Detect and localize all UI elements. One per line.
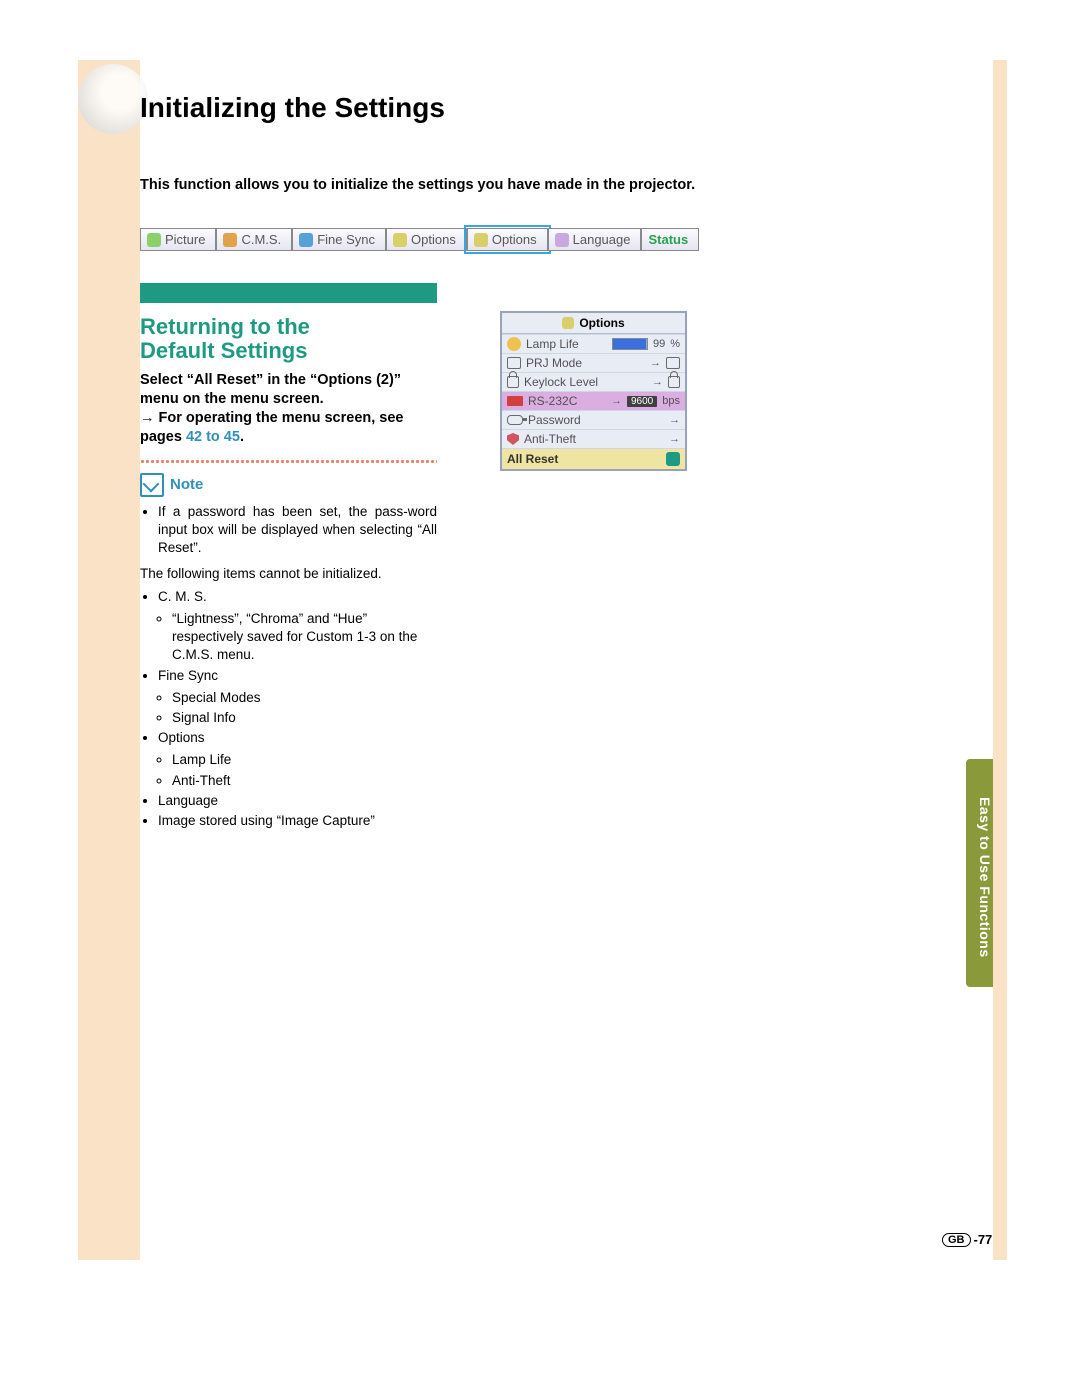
note-subitem: Signal Info — [172, 709, 437, 727]
left-background-strip — [78, 60, 140, 1260]
tab-label: Language — [573, 232, 631, 247]
note-subitem: “Lightness”, “Chroma” and “Hue” respecti… — [172, 610, 437, 665]
tab-label: Status — [648, 232, 688, 247]
note-subitem: Anti-Theft — [172, 772, 437, 790]
lock-open-icon — [668, 376, 680, 388]
page-number-value: -77 — [974, 1232, 993, 1247]
note-item-label: Fine Sync — [158, 668, 218, 683]
page-reference-link[interactable]: 42 to 45 — [186, 429, 240, 445]
row-keylock[interactable]: Keylock Level → — [502, 372, 685, 391]
tab-label: Options — [411, 232, 456, 247]
tab-label: Fine Sync — [317, 232, 375, 247]
row-all-reset[interactable]: All Reset — [502, 448, 685, 469]
row-prj-mode[interactable]: PRJ Mode → — [502, 353, 685, 372]
key-icon — [507, 415, 523, 425]
page-title: Initializing the Settings — [140, 92, 445, 124]
note-item-label: C. M. S. — [158, 589, 207, 604]
row-value: 99 — [653, 338, 665, 350]
note-bullet: If a password has been set, the pass-wor… — [158, 503, 437, 558]
prj-mode-glyph-icon — [666, 357, 680, 369]
tab-language[interactable]: Language — [548, 228, 642, 251]
row-label: Password — [528, 413, 664, 427]
menu-tab-bar: Picture C.M.S. Fine Sync Options Options… — [140, 228, 699, 251]
arrow-right-icon: → — [650, 357, 661, 369]
note-icon — [140, 473, 164, 497]
note-label: Note — [170, 476, 203, 493]
note-item-imagecapture: Image stored using “Image Capture” — [158, 812, 437, 830]
page-number: GB -77 — [942, 1232, 992, 1247]
note-body: If a password has been set, the pass-wor… — [140, 503, 437, 831]
instruction-line-prefix: → For operating the menu screen, see pag… — [140, 410, 404, 445]
lamp-life-bar — [612, 338, 648, 350]
row-label: Anti-Theft — [524, 432, 664, 446]
title-ornament-sphere — [78, 64, 148, 134]
options-panel-title: Options — [579, 316, 624, 330]
arrow-right-icon: → — [652, 376, 663, 388]
section-accent-bar — [140, 283, 437, 303]
tab-label: C.M.S. — [241, 232, 281, 247]
language-icon — [555, 233, 569, 247]
row-lamp-life[interactable]: Lamp Life 99 % — [502, 334, 685, 353]
tab-label: Options — [492, 232, 537, 247]
section-side-tab: Easy to Use Functions — [966, 759, 993, 987]
tab-finesync[interactable]: Fine Sync — [292, 228, 386, 251]
options-menu-panel: Options Lamp Life 99 % PRJ Mode → Keyloc… — [500, 311, 687, 471]
note-subitem: Lamp Life — [172, 751, 437, 769]
row-label: PRJ Mode — [526, 356, 645, 370]
tab-options-2-selected[interactable]: Options — [467, 228, 548, 251]
row-anti-theft[interactable]: Anti-Theft → — [502, 429, 685, 448]
note-header: Note — [140, 473, 437, 497]
instruction-line: Select “All Reset” in the “Options (2)” … — [140, 372, 401, 407]
row-rs232c-selected[interactable]: RS-232C → 9600 bps — [502, 391, 685, 410]
instruction-line-suffix: . — [240, 429, 244, 445]
baud-rate-badge: 9600 — [627, 396, 657, 407]
arrow-right-icon: → — [669, 433, 680, 445]
arrow-right-icon: → — [669, 414, 680, 426]
options-icon — [474, 233, 488, 247]
note-subitem: Special Modes — [172, 689, 437, 707]
fine-sync-icon — [299, 233, 313, 247]
row-label: Lamp Life — [526, 337, 607, 351]
row-label: Keylock Level — [524, 375, 647, 389]
rs232c-icon — [507, 396, 523, 406]
row-label: All Reset — [507, 452, 661, 466]
tab-options-1[interactable]: Options — [386, 228, 467, 251]
options-icon — [393, 233, 407, 247]
picture-icon — [147, 233, 161, 247]
tab-status[interactable]: Status — [641, 228, 699, 251]
projector-icon — [507, 357, 521, 369]
note-item-options: Options Lamp Life Anti-Theft — [158, 729, 437, 790]
tab-label: Picture — [165, 232, 205, 247]
note-item-label: Options — [158, 730, 205, 745]
note-lead: The following items cannot be initialize… — [140, 565, 437, 583]
heading-line: Default Settings — [140, 338, 307, 363]
shield-icon — [507, 433, 519, 445]
right-accent-strip — [993, 60, 1007, 1260]
lock-icon — [507, 376, 519, 388]
section-heading: Returning to the Default Settings — [140, 315, 437, 363]
options-panel-header: Options — [502, 313, 685, 334]
arrow-right-icon: → — [611, 395, 622, 407]
note-item-finesync: Fine Sync Special Modes Signal Info — [158, 667, 437, 728]
reset-icon — [666, 452, 680, 466]
tab-picture[interactable]: Picture — [140, 228, 216, 251]
row-password[interactable]: Password → — [502, 410, 685, 429]
note-item-cms: C. M. S. “Lightness”, “Chroma” and “Hue”… — [158, 588, 437, 665]
options-icon — [562, 317, 574, 329]
row-unit: bps — [662, 395, 680, 407]
instruction-text: Select “All Reset” in the “Options (2)” … — [140, 371, 437, 446]
intro-text: This function allows you to initialize t… — [140, 177, 860, 193]
heading-line: Returning to the — [140, 314, 310, 339]
dotted-rule — [140, 459, 437, 463]
tab-cms[interactable]: C.M.S. — [216, 228, 292, 251]
note-item-language: Language — [158, 792, 437, 810]
row-unit: % — [670, 338, 680, 350]
content-column: Returning to the Default Settings Select… — [140, 283, 437, 832]
row-label: RS-232C — [528, 394, 606, 408]
cms-icon — [223, 233, 237, 247]
lamp-icon — [507, 337, 521, 351]
region-badge: GB — [942, 1233, 971, 1247]
